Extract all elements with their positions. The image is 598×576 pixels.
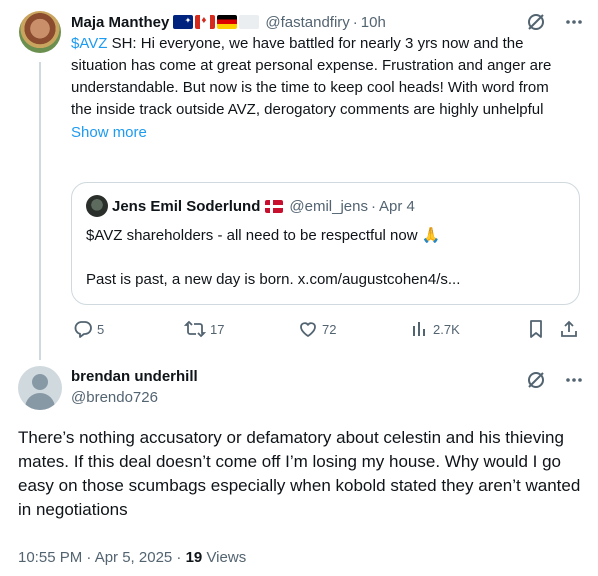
flag-emojis (173, 15, 260, 29)
author-name[interactable]: brendan underhill (71, 367, 198, 387)
quoted-author-handle: @emil_jens (289, 197, 368, 215)
tweet1-top-actions (526, 12, 584, 32)
default-avatar[interactable] (18, 366, 62, 410)
author-handle[interactable]: @brendo726 (71, 388, 198, 408)
parent-tweet: Maja Manthey @fastandfiry · 10h $AVZ SH:… (71, 11, 581, 144)
quoted-author-name: Jens Emil Soderlund (112, 197, 261, 215)
quoted-tweet-card[interactable]: Jens Emil Soderlund @emil_jens · Apr 4 $… (71, 182, 580, 305)
like-button[interactable]: 72 (298, 319, 336, 339)
reply-button[interactable]: 5 (73, 319, 104, 339)
quoted-line-1: $AVZ shareholders - all need to be respe… (86, 227, 441, 244)
tweet2-top-actions (526, 370, 584, 390)
heart-icon (300, 322, 316, 337)
grok-icon[interactable] (526, 370, 546, 390)
thread-connector-line (39, 62, 41, 360)
avatar[interactable] (19, 11, 61, 53)
author-name[interactable]: Maja Manthey (71, 14, 169, 31)
cashtag-link[interactable]: $AVZ (71, 35, 107, 52)
tweet-text: $AVZ SH: Hi everyone, we have battled fo… (71, 33, 571, 121)
more-options-icon[interactable] (564, 370, 584, 390)
views-label: Views (202, 549, 247, 566)
action-bar: 5 17 72 2.7K (71, 318, 581, 340)
quoted-avatar (86, 195, 108, 217)
quoted-tweet-time: Apr 4 (378, 197, 415, 215)
canada-flag-icon (195, 15, 216, 29)
author-handle[interactable]: @fastandfiry (265, 14, 349, 31)
views-count: 2.7K (433, 321, 460, 337)
separator-dot: · (352, 13, 358, 31)
grok-icon[interactable] (526, 12, 546, 32)
quoted-tweet-header: Jens Emil Soderlund @emil_jens · Apr 4 (86, 195, 565, 217)
more-options-icon[interactable] (564, 12, 584, 32)
tweet-metadata: 10:55 PM · Apr 5, 2025 · 19 Views (18, 549, 246, 566)
retweet-count: 17 (210, 321, 225, 337)
retweet-button[interactable]: 17 (184, 319, 224, 339)
like-count: 72 (322, 321, 337, 337)
retweet-icon (184, 320, 206, 338)
reply-count: 5 (97, 321, 105, 337)
australia-flag-icon (173, 15, 194, 29)
show-more-link[interactable]: Show more (71, 122, 581, 144)
bookmark-icon (530, 320, 542, 338)
tweet-body: SH: Hi everyone, we have battled for nea… (71, 35, 552, 118)
bookmark-button[interactable] (527, 319, 545, 339)
tweet-timestamp[interactable]: 10:55 PM · Apr 5, 2025 · (18, 549, 186, 566)
denmark-flag-icon (265, 199, 284, 213)
tweet-time[interactable]: 10h (361, 14, 386, 31)
views-button[interactable]: 2.7K (411, 320, 460, 338)
tweet-header: Maja Manthey @fastandfiry · 10h (71, 11, 581, 33)
quoted-line-2: Past is past, a new day is born. x.com/a… (86, 271, 461, 288)
germany-flag-icon (217, 15, 238, 29)
reply-icon (74, 321, 92, 338)
analytics-icon (413, 322, 425, 336)
reply-tweet-header: brendan underhill @brendo726 (71, 367, 198, 408)
avatar-head-shape (32, 374, 48, 390)
views-number: 19 (185, 549, 203, 566)
share-icon (561, 320, 577, 337)
blank-flag-icon (239, 15, 260, 29)
share-button[interactable] (559, 319, 579, 339)
avatar-body-shape (25, 393, 55, 410)
separator-dot: · (370, 197, 376, 215)
reply-tweet-text: There’s nothing accusatory or defamatory… (18, 428, 581, 519)
quoted-tweet-text: $AVZ shareholders - all need to be respe… (86, 225, 565, 291)
